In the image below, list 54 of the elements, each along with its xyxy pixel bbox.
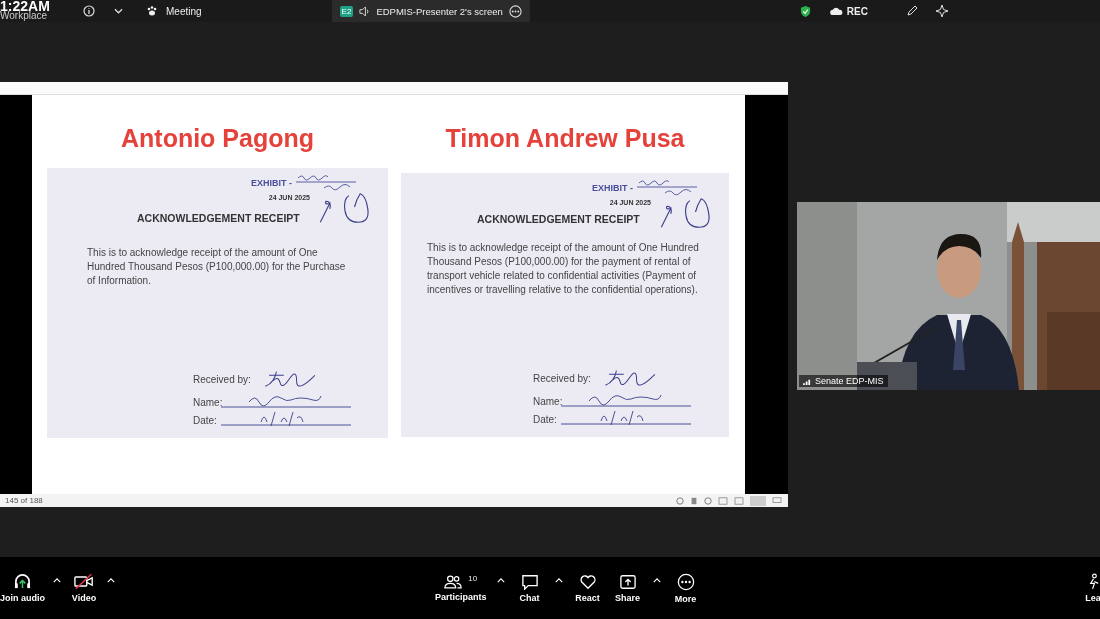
- pen-icon[interactable]: [905, 5, 918, 17]
- received-by-label: Received by:: [193, 373, 251, 385]
- record-label[interactable]: REC: [846, 5, 868, 17]
- exhibit-label: EXHIBIT -: [592, 183, 633, 193]
- people-icon: [444, 574, 463, 589]
- toolbar-button[interactable]: Join audio: [0, 573, 45, 603]
- speaker-icon[interactable]: [359, 5, 371, 17]
- received-by-label: Received by:: [533, 372, 591, 384]
- meeting-label[interactable]: Meeting: [166, 5, 202, 17]
- toolbar-button[interactable]: React: [572, 573, 603, 603]
- chevron-up-icon[interactable]: [496, 577, 505, 583]
- chevron-up-icon[interactable]: [107, 577, 115, 583]
- notes-icon[interactable]: [690, 496, 698, 505]
- heart-icon: [578, 573, 597, 590]
- date-label: Date:: [193, 415, 218, 426]
- previous-icon[interactable]: [676, 496, 684, 505]
- sparkle-icon[interactable]: [935, 5, 948, 17]
- share-title: EDPMIS-Presenter 2's screen: [376, 5, 503, 17]
- person-name: Timon Andrew Pusa: [445, 124, 685, 154]
- participant-name: Senate EDP-MIS: [815, 376, 884, 386]
- toolbar-button[interactable]: Video: [69, 573, 99, 603]
- workspace-label: Workplace: [0, 11, 48, 21]
- info-icon[interactable]: [83, 5, 95, 17]
- date-label: Date:: [533, 414, 558, 425]
- chevron-up-icon[interactable]: [652, 577, 661, 583]
- receipt-heading: ACKNOWLEDGEMENT RECEIPT: [477, 213, 641, 225]
- next-icon[interactable]: [704, 496, 712, 505]
- presenter-badge: E2: [339, 5, 354, 17]
- leave-button[interactable]: Lea: [1078, 573, 1100, 603]
- clock-time: 1:22AM: [0, 0, 51, 13]
- headphones-icon: [13, 573, 32, 590]
- person-name: Antonio Pagong: [121, 124, 314, 154]
- chevron-up-icon[interactable]: [554, 577, 563, 583]
- share-icon: [618, 573, 637, 590]
- toolbar-button[interactable]: Chat: [514, 573, 545, 603]
- receipt-heading: ACKNOWLEDGEMENT RECEIPT: [137, 212, 301, 224]
- toolbar-button[interactable]: Share: [612, 573, 643, 603]
- signal-icon: [803, 377, 812, 385]
- participant-count: 10: [468, 574, 478, 583]
- toolbar-button[interactable]: 10 Participants: [435, 574, 487, 602]
- shield-icon[interactable]: [799, 4, 811, 18]
- exhibit-label: EXHIBIT -: [251, 178, 292, 188]
- receipt-text: This is to acknowledge receipt of the amount of One Hundred Thousand Pesos (P100,000.00) for the Purchase of Information.: [87, 246, 347, 288]
- cloud-icon: [829, 6, 843, 16]
- paw-icon: [146, 5, 158, 17]
- receipt-text: This is to acknowledge receipt of the amount of One Hundred Thousand Pesos (P100,000.00) for the payment of rental of transport vehicle related to confidential activities (Payment of incentives or travelling relative to the confidential operations).: [427, 241, 700, 297]
- chevron-up-icon[interactable]: [53, 577, 61, 583]
- chevron-icon[interactable]: [114, 8, 123, 14]
- share-tab[interactable]: E2 EDPMIS-Presenter 2's screen: [331, 0, 530, 22]
- toolbar-button[interactable]: More: [670, 572, 701, 604]
- slide-counter: 145 of 188: [5, 496, 43, 505]
- more-icon[interactable]: [508, 4, 522, 18]
- chat-icon: [520, 573, 539, 590]
- more-icon: [676, 572, 695, 591]
